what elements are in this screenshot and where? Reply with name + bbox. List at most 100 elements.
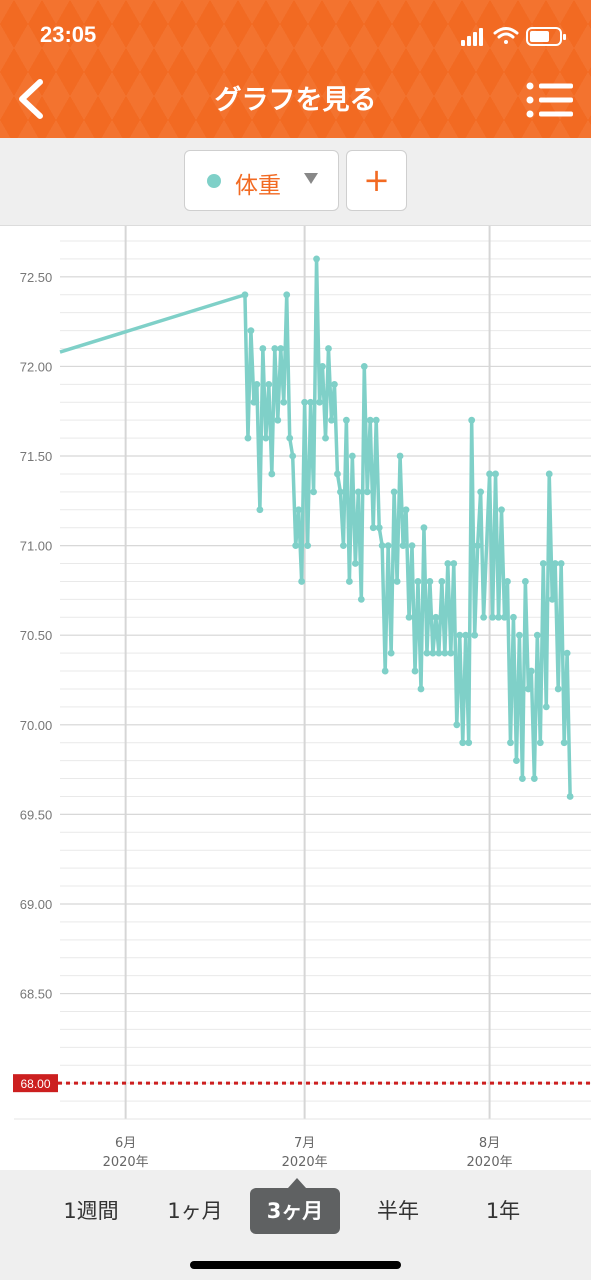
metric-select-label: 体重 <box>235 173 281 199</box>
weight-data-point <box>295 506 303 514</box>
x-tick-month: 6月 <box>115 1136 136 1151</box>
weight-data-point <box>265 380 273 388</box>
weight-data-point <box>462 631 470 639</box>
x-tick-year: 2020年 <box>467 1155 513 1170</box>
range-tab-1[interactable]: 1ヶ月 <box>152 1188 238 1234</box>
weight-data-point <box>289 452 297 460</box>
weight-data-point <box>280 398 288 406</box>
weight-data-point <box>393 578 401 585</box>
range-tab-2[interactable]: 3ヶ月 <box>250 1188 340 1234</box>
y-tick-label: 72.00 <box>20 359 53 374</box>
menu-icon[interactable] <box>525 80 573 120</box>
y-tick-label: 69.00 <box>20 897 53 912</box>
weight-data-point <box>507 739 514 747</box>
weight-data-point <box>313 255 320 263</box>
weight-data-point <box>560 739 568 747</box>
status-time: 23:05 <box>40 22 97 47</box>
caret-down-icon <box>304 173 318 184</box>
weight-data-point <box>310 488 317 496</box>
weight-data-point <box>402 506 410 514</box>
weight-data-point <box>516 631 523 639</box>
weight-data-point <box>423 649 431 657</box>
range-tab-0[interactable]: 1週間 <box>50 1188 132 1234</box>
weight-data-point <box>486 470 493 478</box>
add-metric-button[interactable]: + <box>346 150 407 211</box>
weight-data-point <box>533 631 541 639</box>
weight-data-point <box>328 416 335 424</box>
weight-data-point <box>420 524 428 532</box>
weight-data-point <box>441 649 449 657</box>
weight-data-point <box>274 416 282 424</box>
weight-data-point <box>480 613 488 621</box>
weight-data-point <box>357 595 365 603</box>
x-tick-year: 2020年 <box>282 1155 328 1170</box>
weight-data-point <box>521 578 529 585</box>
wifi-icon <box>493 27 519 44</box>
y-tick-label: 68.50 <box>20 987 53 1002</box>
target-label: 68.00 <box>20 1077 50 1091</box>
weight-data-point <box>319 363 326 370</box>
range-tab-3[interactable]: 半年 <box>362 1188 434 1234</box>
weight-data-point <box>342 416 350 424</box>
weight-data-point <box>244 434 252 442</box>
x-tick-year: 2020年 <box>103 1155 149 1170</box>
signal-icon <box>461 28 483 46</box>
weight-data-point <box>307 398 314 406</box>
y-tick-label: 70.00 <box>20 718 53 733</box>
weight-data-point <box>495 613 502 621</box>
weight-data-point <box>465 739 473 747</box>
weight-data-point <box>524 685 532 693</box>
weight-data-point <box>384 542 392 550</box>
status-icons <box>461 27 566 46</box>
weight-data-point <box>408 542 416 550</box>
weight-data-point <box>247 327 255 334</box>
weight-data-point <box>331 380 338 388</box>
weight-data-point <box>348 452 356 460</box>
weight-data-point <box>259 345 267 352</box>
weight-data-point <box>545 470 553 478</box>
weight-data-point <box>519 775 526 782</box>
weight-data-point <box>286 434 294 442</box>
chart-toolbar: 体重 + <box>0 138 591 226</box>
y-tick-label: 71.00 <box>20 539 53 554</box>
weight-data-point <box>322 434 329 442</box>
weight-data-point <box>405 613 413 621</box>
weight-data-point <box>268 470 276 478</box>
y-tick-label: 69.50 <box>20 807 53 822</box>
y-tick-label: 70.50 <box>20 628 53 643</box>
weight-data-point <box>453 721 461 729</box>
weight-data-point <box>375 524 383 532</box>
weight-data-point <box>271 345 279 352</box>
weight-data-point <box>456 631 464 639</box>
weight-data-point <box>334 470 341 478</box>
weight-data-point <box>417 685 425 693</box>
range-tab-4[interactable]: 1年 <box>466 1188 540 1234</box>
weight-data-point <box>360 363 368 370</box>
weight-chart: 72.50 72.00 71.50 71.00 70.50 70.00 69.50 69.00… <box>0 226 591 1170</box>
weight-data-point <box>256 506 264 514</box>
weight-data-point <box>414 578 422 585</box>
weight-data-point <box>262 434 270 442</box>
weight-chart-svg: 72.50 72.00 71.50 71.00 70.50 70.00 69.50 69.00… <box>13 226 591 1170</box>
page-title: グラフを見る <box>214 85 377 116</box>
range-selector: 1週間 1ヶ月 3ヶ月 半年 1年 <box>0 1170 591 1280</box>
weight-data-point <box>551 560 559 567</box>
weight-data-point <box>429 649 437 657</box>
active-tab-pointer <box>288 1178 306 1188</box>
weight-data-point <box>489 613 496 621</box>
weight-data-point <box>557 560 565 567</box>
x-tick-month: 7月 <box>294 1136 315 1151</box>
weight-data-point <box>504 578 511 585</box>
weight-data-point <box>381 667 389 675</box>
metric-select[interactable]: 体重 <box>184 150 339 211</box>
weight-data-point <box>527 667 535 675</box>
weight-data-point <box>474 542 482 550</box>
weight-data-point <box>438 578 446 585</box>
y-tick-label: 72.50 <box>20 270 53 285</box>
weight-data-point <box>366 416 374 424</box>
weight-data-point <box>548 595 556 603</box>
weight-data-point <box>369 524 377 532</box>
weight-data-point <box>337 488 344 496</box>
weight-data-point <box>345 578 353 585</box>
weight-data-point <box>301 398 309 406</box>
